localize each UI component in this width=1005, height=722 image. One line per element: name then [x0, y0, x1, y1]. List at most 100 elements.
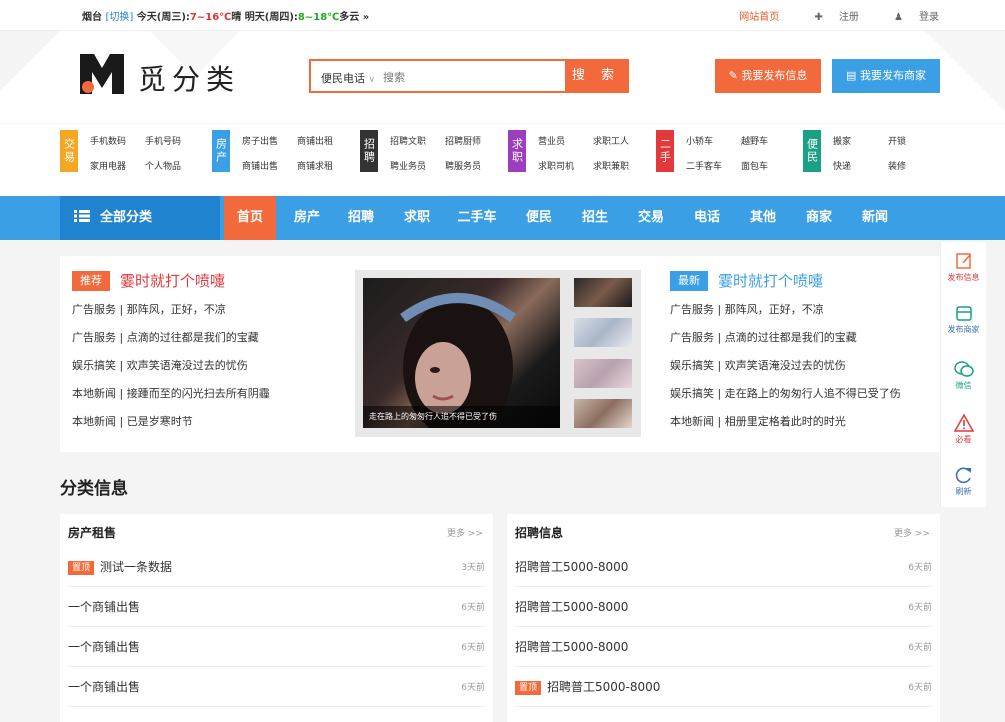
logo-text[interactable]: 觅分类	[138, 58, 240, 98]
side-publish-shop-button[interactable]: 发布商家	[941, 298, 986, 348]
listing-title[interactable]: 一个商铺出售	[68, 600, 140, 614]
side-publish-info-button[interactable]: 发布信息	[941, 246, 986, 296]
tomorrow-weather: 多云 »	[339, 12, 370, 23]
news-item[interactable]: 广告服务 | 点滴的过往都是我们的宝藏	[670, 324, 935, 352]
panel-jobs-more-link[interactable]: 更多 >>	[894, 526, 930, 539]
category-link[interactable]: 搬家	[833, 134, 888, 147]
category-link[interactable]: 营业员	[538, 134, 593, 147]
nav-item[interactable]: 电话	[684, 196, 730, 240]
publish-info-button[interactable]: ✎ 我要发布信息	[715, 59, 821, 93]
nav-item[interactable]: 求职	[394, 196, 440, 240]
listing-title[interactable]: 一个商铺出售	[68, 680, 140, 694]
category-link[interactable]: 商铺出售	[242, 159, 297, 172]
listing-title[interactable]: 招聘普工5000-8000	[515, 560, 628, 574]
listing-title[interactable]: 招聘普工5000-8000	[547, 680, 660, 694]
news-item[interactable]: 娱乐搞笑 | 欢声笑语淹没过去的忧伤	[670, 352, 935, 380]
panel-house-more-link[interactable]: 更多 >>	[447, 526, 483, 539]
listing-row[interactable]: 一个商铺出售 6天前	[68, 626, 485, 667]
category-link[interactable]: 家用电器	[90, 159, 145, 172]
logo-icon[interactable]	[80, 54, 124, 94]
nav-item[interactable]: 招聘	[338, 196, 384, 240]
category-link[interactable]: 手机数码	[90, 134, 145, 147]
login-link[interactable]: ♟ 登录	[878, 12, 939, 23]
listing-row[interactable]: 一个商铺出售 6天前	[68, 666, 485, 707]
recommend-title[interactable]: 霎时就打个喷嚏	[120, 272, 225, 290]
category-link[interactable]: 求职工人	[593, 134, 648, 147]
category-link[interactable]: 招聘厨师	[445, 134, 500, 147]
nav-item[interactable]: 便民	[516, 196, 562, 240]
category-link[interactable]: 快递	[833, 159, 888, 172]
news-item[interactable]: 本地新闻 | 已是岁寒时节	[72, 408, 342, 436]
slider-thumb[interactable]	[574, 399, 632, 428]
category-link[interactable]: 装修	[888, 159, 943, 172]
category-link[interactable]: 求职司机	[538, 159, 593, 172]
news-item[interactable]: 娱乐搞笑 | 走在路上的匆匆行人追不得已受了伤	[670, 380, 935, 408]
slider-thumb[interactable]	[574, 278, 632, 307]
home-link[interactable]: 网站首页	[739, 12, 779, 23]
today-label: 今天(周三):	[136, 12, 190, 23]
nav-item[interactable]: 交易	[628, 196, 674, 240]
category-tag[interactable]: 交易	[60, 130, 78, 172]
category-link[interactable]: 面包车	[741, 159, 796, 172]
category-link[interactable]: 招聘文职	[390, 134, 445, 147]
side-must-see-button[interactable]: 必看	[941, 408, 986, 458]
category-tag[interactable]: 房产	[212, 130, 230, 172]
news-item[interactable]: 本地新闻 | 相册里定格着此时的时光	[670, 408, 935, 436]
search-input[interactable]	[381, 65, 565, 89]
nav-item[interactable]: 招生	[572, 196, 618, 240]
listing-title[interactable]: 招聘普工5000-8000	[515, 600, 628, 614]
category-link[interactable]: 商铺求租	[297, 159, 352, 172]
slider-thumb[interactable]	[574, 359, 632, 388]
listing-row[interactable]: 置顶 招聘普工5000-8000 6天前	[515, 666, 932, 707]
category-links: 房子出售 商铺出租 商铺出售 商铺求租	[242, 134, 352, 172]
category-link[interactable]: 求职兼职	[593, 159, 648, 172]
panel-jobs-title: 招聘信息	[515, 526, 564, 540]
switch-city-link[interactable]: [切换]	[105, 12, 133, 23]
side-refresh-button[interactable]: 刷新	[941, 460, 986, 510]
nav-item[interactable]: 首页	[224, 196, 276, 240]
category-link[interactable]: 聘业务员	[390, 159, 445, 172]
nav-item[interactable]: 商家	[796, 196, 842, 240]
search-category-select[interactable]: 便民电话 ∨	[321, 70, 375, 86]
category-tag[interactable]: 求职	[508, 130, 526, 172]
search-button[interactable]: 搜 索	[565, 61, 627, 91]
listing-row[interactable]: 置顶 测试一条数据 3天前	[68, 546, 485, 587]
category-link[interactable]: 房子出售	[242, 134, 297, 147]
listing-title[interactable]: 招聘普工5000-8000	[515, 640, 628, 654]
category-tag[interactable]: 便民	[803, 130, 821, 172]
category-tag[interactable]: 招聘	[360, 130, 378, 172]
publish-info-label: 我要发布信息	[741, 69, 808, 82]
side-wechat-button[interactable]: 微信	[941, 354, 986, 404]
news-item[interactable]: 广告服务 | 那阵风，正好，不凉	[72, 296, 342, 324]
slider-thumb[interactable]	[574, 318, 632, 347]
latest-title[interactable]: 霎时就打个喷嚏	[718, 272, 823, 290]
all-categories-button[interactable]: 全部分类	[60, 196, 220, 240]
news-item[interactable]: 广告服务 | 那阵风，正好，不凉	[670, 296, 935, 324]
nav-item[interactable]: 新闻	[852, 196, 898, 240]
listing-title[interactable]: 测试一条数据	[100, 560, 172, 574]
nav-item[interactable]: 房产	[284, 196, 330, 240]
listing-date: 6天前	[908, 643, 932, 653]
category-link[interactable]: 手机号码	[145, 134, 200, 147]
listing-title[interactable]: 一个商铺出售	[68, 640, 140, 654]
nav-item[interactable]: 其他	[740, 196, 786, 240]
category-link[interactable]: 商铺出租	[297, 134, 352, 147]
listing-row[interactable]: 一个商铺出售 6天前	[68, 586, 485, 627]
category-link[interactable]: 越野车	[741, 134, 796, 147]
category-link[interactable]: 小轿车	[686, 134, 741, 147]
category-link[interactable]: 开锁	[888, 134, 943, 147]
category-link[interactable]: 二手客车	[686, 159, 741, 172]
register-link[interactable]: ✚ 注册	[798, 12, 858, 23]
nav-item[interactable]: 二手车	[446, 196, 508, 240]
category-link[interactable]: 聘服务员	[445, 159, 500, 172]
news-item[interactable]: 广告服务 | 点滴的过往都是我们的宝藏	[72, 324, 342, 352]
category-link[interactable]: 个人物品	[145, 159, 200, 172]
news-item[interactable]: 本地新闻 | 接踵而至的闪光扫去所有阴霾	[72, 380, 342, 408]
publish-shop-button[interactable]: ▤ 我要发布商家	[832, 59, 940, 93]
listing-row[interactable]: 招聘普工5000-8000 6天前	[515, 546, 932, 587]
category-tag[interactable]: 二手	[656, 130, 674, 172]
slider-main-image[interactable]: 走在路上的匆匆行人追不得已受了伤	[363, 278, 560, 428]
listing-row[interactable]: 招聘普工5000-8000 6天前	[515, 586, 932, 627]
listing-row[interactable]: 招聘普工5000-8000 6天前	[515, 626, 932, 667]
news-item[interactable]: 娱乐搞笑 | 欢声笑语淹没过去的忧伤	[72, 352, 342, 380]
